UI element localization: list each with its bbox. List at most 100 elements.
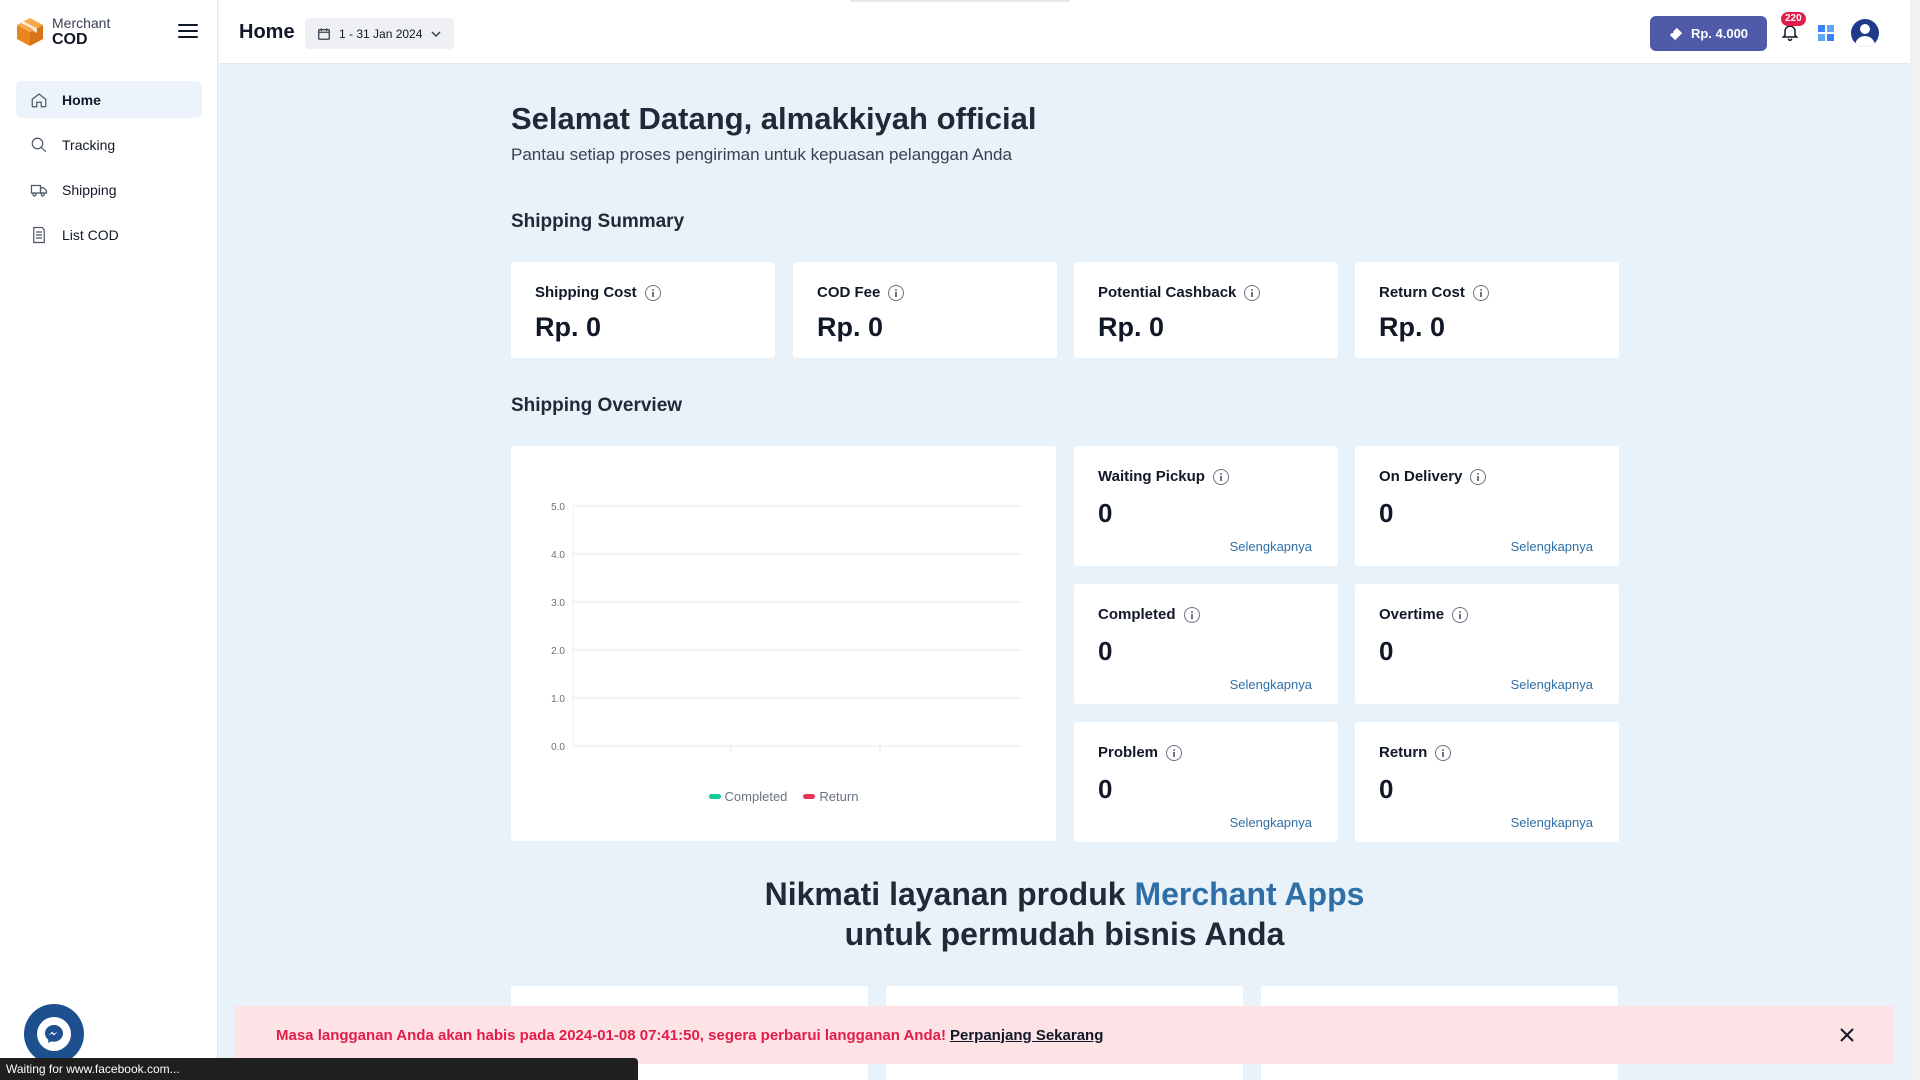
- home-icon: [31, 92, 47, 107]
- scrollbar[interactable]: [1910, 0, 1920, 1080]
- info-icon[interactable]: [1166, 744, 1183, 761]
- browser-status-bar: Waiting for www.facebook.com...: [0, 1058, 638, 1080]
- card-value: Rp. 0: [817, 312, 884, 342]
- overview-card-completed: Completed 0 Selengkapnya: [1074, 584, 1338, 704]
- truck-icon: [30, 184, 48, 197]
- overview-card-return: Return 0 Selengkapnya: [1355, 722, 1619, 842]
- card-label: Potential Cashback: [1098, 284, 1237, 301]
- top-divider: [850, 0, 1070, 2]
- overview-card-on-delivery: On Delivery 0 Selengkapnya: [1355, 446, 1619, 566]
- box-logo-icon: [17, 18, 43, 46]
- shipping-overview-chart: 5.0 4.0 3.0 2.0 1.0 0.0 Completed Return: [511, 446, 1056, 841]
- ticket-icon: [1669, 27, 1683, 40]
- promo-line2: untuk permudah bisnis Anda: [844, 916, 1285, 952]
- date-range-picker[interactable]: 1 - 31 Jan 2024: [305, 18, 454, 49]
- legend-swatch: [803, 794, 816, 799]
- close-icon[interactable]: [1839, 1027, 1855, 1043]
- sidebar-item-label: Home: [62, 91, 101, 108]
- avatar[interactable]: [1851, 19, 1879, 47]
- promo-line1-prefix: Nikmati layanan produk: [764, 876, 1126, 912]
- y-tick-label: 3.0: [551, 598, 565, 609]
- info-icon[interactable]: [1212, 468, 1229, 485]
- shipping-overview-title: Shipping Overview: [511, 395, 683, 416]
- card-label: Completed: [1098, 606, 1176, 623]
- info-icon[interactable]: [1472, 284, 1489, 301]
- overview-card-waiting-pickup: Waiting Pickup 0 Selengkapnya: [1074, 446, 1338, 566]
- info-icon[interactable]: [1183, 606, 1200, 623]
- sidebar-item-shipping[interactable]: Shipping: [16, 171, 202, 208]
- card-value: 0: [1098, 636, 1113, 666]
- welcome-subtitle: Pantau setiap proses pengiriman untuk ke…: [511, 145, 1012, 164]
- promo-heading: Nikmati layanan produk Merchant Apps unt…: [511, 874, 1618, 954]
- sidebar-item-tracking[interactable]: Tracking: [16, 126, 202, 163]
- top-header: Home 1 - 31 Jan 2024 Rp. 4.000 220: [219, 0, 1920, 64]
- details-link[interactable]: Selengkapnya: [1511, 815, 1593, 830]
- balance-button[interactable]: Rp. 4.000: [1650, 16, 1767, 51]
- shipping-summary-title: Shipping Summary: [511, 211, 685, 232]
- page-title: Home: [239, 21, 295, 43]
- card-label: Problem: [1098, 744, 1159, 761]
- details-link[interactable]: Selengkapnya: [1230, 539, 1312, 554]
- brand-name-bottom: COD: [52, 31, 88, 48]
- card-value: 0: [1098, 774, 1113, 804]
- banner-message: Masa langganan Anda akan habis pada 2024…: [276, 1026, 946, 1044]
- messenger-icon: [37, 1017, 71, 1051]
- y-tick-label: 4.0: [551, 550, 565, 561]
- welcome-heading: Selamat Datang, almakkiyah official: [511, 101, 1037, 136]
- chart-legend: Completed Return: [511, 789, 1056, 804]
- apps-grid-icon[interactable]: [1818, 25, 1834, 41]
- summary-card-cod-fee: COD Fee Rp. 0: [793, 262, 1057, 358]
- card-label: Waiting Pickup: [1098, 468, 1205, 485]
- legend-label: Return: [819, 789, 859, 804]
- card-value: Rp. 0: [535, 312, 602, 342]
- balance-value: Rp. 4.000: [1690, 26, 1749, 41]
- card-label: Shipping Cost: [535, 284, 637, 301]
- details-link[interactable]: Selengkapnya: [1230, 677, 1312, 692]
- date-range-value: 1 - 31 Jan 2024: [339, 26, 423, 41]
- card-value: Rp. 0: [1379, 312, 1446, 342]
- card-value: 0: [1379, 774, 1394, 804]
- info-icon[interactable]: [1470, 468, 1487, 485]
- card-label: Return: [1379, 744, 1428, 761]
- card-value: 0: [1379, 636, 1394, 666]
- brand-name-top: Merchant: [52, 15, 111, 31]
- y-tick-label: 0.0: [551, 742, 565, 753]
- card-value: 0: [1098, 498, 1113, 528]
- calendar-icon: [318, 27, 330, 40]
- info-icon[interactable]: [888, 284, 905, 301]
- subscription-warning-banner: Masa langganan Anda akan habis pada 2024…: [235, 1006, 1893, 1064]
- renew-now-link[interactable]: Perpanjang Sekarang: [950, 1027, 1103, 1044]
- info-icon[interactable]: [1435, 744, 1452, 761]
- card-label: On Delivery: [1379, 468, 1463, 485]
- summary-card-potential-cashback: Potential Cashback Rp. 0: [1074, 262, 1338, 358]
- chevron-down-icon: [431, 30, 441, 37]
- card-value: 0: [1379, 498, 1394, 528]
- sidebar-item-label: List COD: [62, 226, 119, 243]
- details-link[interactable]: Selengkapnya: [1511, 677, 1593, 692]
- sidebar: Merchant COD Home Tracking Shipping List…: [0, 0, 218, 1080]
- legend-label: Completed: [724, 789, 788, 804]
- info-icon[interactable]: [1452, 606, 1469, 623]
- legend-item-completed[interactable]: Completed: [708, 789, 788, 804]
- overview-card-overtime: Overtime 0 Selengkapnya: [1355, 584, 1619, 704]
- y-tick-label: 5.0: [551, 502, 565, 513]
- y-tick-label: 2.0: [551, 646, 565, 657]
- legend-item-return[interactable]: Return: [803, 789, 858, 804]
- document-icon: [33, 226, 45, 243]
- legend-swatch: [708, 794, 721, 799]
- details-link[interactable]: Selengkapnya: [1230, 815, 1312, 830]
- card-label: Overtime: [1379, 606, 1445, 623]
- info-icon[interactable]: [1244, 284, 1261, 301]
- sidebar-nav: Home Tracking Shipping List COD: [16, 81, 202, 261]
- info-icon[interactable]: [644, 284, 661, 301]
- sidebar-item-list-cod[interactable]: List COD: [16, 216, 202, 253]
- sidebar-item-label: Tracking: [62, 136, 116, 153]
- menu-toggle-icon[interactable]: [178, 24, 198, 40]
- sidebar-item-home[interactable]: Home: [16, 81, 202, 118]
- card-label: COD Fee: [817, 284, 881, 301]
- details-link[interactable]: Selengkapnya: [1511, 539, 1593, 554]
- summary-card-return-cost: Return Cost Rp. 0: [1355, 262, 1619, 358]
- sidebar-item-label: Shipping: [62, 181, 117, 198]
- brand-logo[interactable]: Merchant COD: [16, 16, 110, 48]
- messenger-chat-button[interactable]: [24, 1004, 84, 1064]
